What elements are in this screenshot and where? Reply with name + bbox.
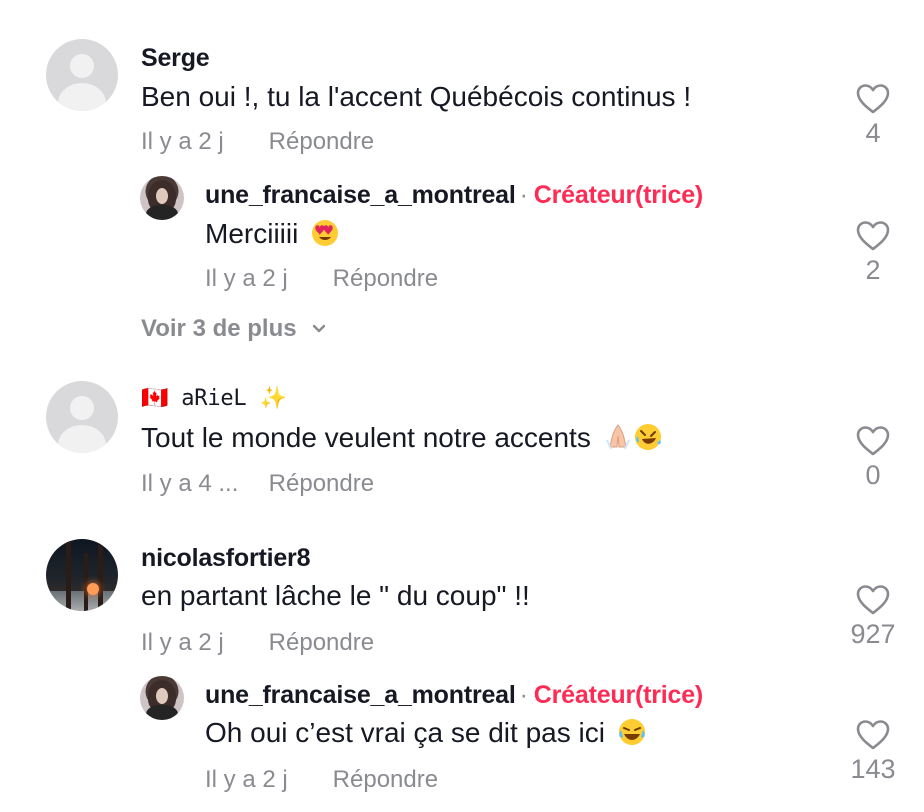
comment-time: Il y a 4 ... (141, 470, 239, 497)
reply-button[interactable]: Répondre (333, 765, 438, 795)
reply-username[interactable]: une_francaise_a_montreal (205, 181, 516, 209)
separator-dot: · (519, 681, 528, 709)
comment-meta: Il y a 2 j Répondre (141, 628, 374, 658)
reply-button[interactable]: Répondre (333, 264, 438, 294)
reply-username-line: une_francaise_a_montreal · Créateur(trice) (205, 680, 703, 710)
heart-icon[interactable] (856, 426, 890, 456)
comment-username[interactable]: nicolasfortier8 (141, 543, 310, 573)
comment-text-line: Tout le monde veulent notre accents (141, 421, 663, 455)
like-control[interactable]: 927 (840, 585, 906, 649)
reply-button[interactable]: Répondre (269, 628, 374, 658)
like-control[interactable]: 2 (840, 221, 906, 285)
avatar-shoulders-shape (58, 83, 106, 111)
reply-meta: Il y a 2 j Répondre (205, 264, 438, 294)
reply-username-line: une_francaise_a_montreal · Créateur(trice) (205, 180, 703, 210)
like-count: 927 (850, 619, 896, 649)
comment-username[interactable]: Serge (141, 43, 210, 73)
creator-avatar[interactable] (140, 676, 184, 720)
separator-dot: · (519, 181, 528, 209)
avatar-tree-shape (98, 545, 103, 611)
creator-badge: Créateur(trice) (533, 181, 704, 209)
avatar-face-shape (156, 688, 168, 704)
reply-time: Il y a 2 j (205, 265, 288, 292)
view-more-replies-button[interactable]: Voir 3 de plus (141, 312, 327, 346)
comment-meta: Il y a 4 ... Répondre (141, 469, 374, 499)
heart-icon[interactable] (856, 720, 890, 750)
comment-text: Tout le monde veulent notre accents (141, 422, 591, 453)
avatar-light-shape (87, 583, 99, 595)
like-count: 0 (865, 460, 881, 490)
like-control[interactable]: 4 (840, 84, 906, 148)
like-count: 2 (865, 255, 881, 285)
comment-username[interactable]: 🇨🇦 aRieL ✨ (141, 384, 287, 414)
heart-icon[interactable] (856, 585, 890, 615)
comment-meta: Il y a 2 j Répondre (141, 127, 374, 157)
creator-avatar[interactable] (140, 176, 184, 220)
heart-eyes-emoji-icon (312, 220, 339, 246)
avatar-ground-shape (46, 591, 118, 611)
reply-text-line: Oh oui c’est vrai ça se dit pas ici (205, 716, 647, 750)
like-control[interactable]: 0 (840, 426, 906, 490)
heart-icon[interactable] (856, 221, 890, 251)
rolling-laughing-emoji-icon (634, 424, 661, 450)
reply-username[interactable]: une_francaise_a_montreal (205, 681, 516, 709)
comment-text: en partant lâche le " du coup" !! (141, 580, 530, 611)
laughing-tears-emoji-icon (618, 719, 645, 745)
reply-text: Merciiiii (205, 218, 299, 249)
chevron-down-icon (313, 324, 326, 333)
like-count: 143 (850, 754, 896, 784)
comment-time: Il y a 2 j (141, 128, 224, 155)
default-avatar[interactable] (46, 381, 118, 453)
reply-text-line: Merciiiii (205, 217, 340, 251)
like-control[interactable]: 143 (840, 720, 906, 784)
avatar-tree-shape (66, 541, 71, 611)
reply-text: Oh oui c’est vrai ça se dit pas ici (205, 717, 605, 748)
folded-hands-emoji-icon (605, 424, 630, 450)
reply-button[interactable]: Répondre (269, 127, 374, 157)
avatar-tree-shape (84, 553, 88, 611)
reply-meta: Il y a 2 j Répondre (205, 765, 438, 795)
comment-text: Ben oui !, tu la l'accent Québécois cont… (141, 81, 692, 112)
avatar-face-shape (156, 188, 168, 204)
avatar-head-shape (70, 396, 94, 420)
view-more-label: Voir 3 de plus (141, 315, 297, 342)
creator-badge: Créateur(trice) (533, 681, 704, 709)
avatar-shoulders-shape (58, 425, 106, 453)
nightscape-avatar[interactable] (46, 539, 118, 611)
avatar-head-shape (70, 54, 94, 78)
like-count: 4 (865, 118, 881, 148)
avatar-jacket-shape (146, 705, 178, 720)
default-avatar[interactable] (46, 39, 118, 111)
clipped-top-fragment (236, 0, 266, 4)
reply-time: Il y a 2 j (205, 766, 288, 793)
avatar-jacket-shape (146, 205, 178, 220)
comment-time: Il y a 2 j (141, 629, 224, 656)
reply-button[interactable]: Répondre (269, 469, 374, 499)
heart-icon[interactable] (856, 84, 890, 114)
